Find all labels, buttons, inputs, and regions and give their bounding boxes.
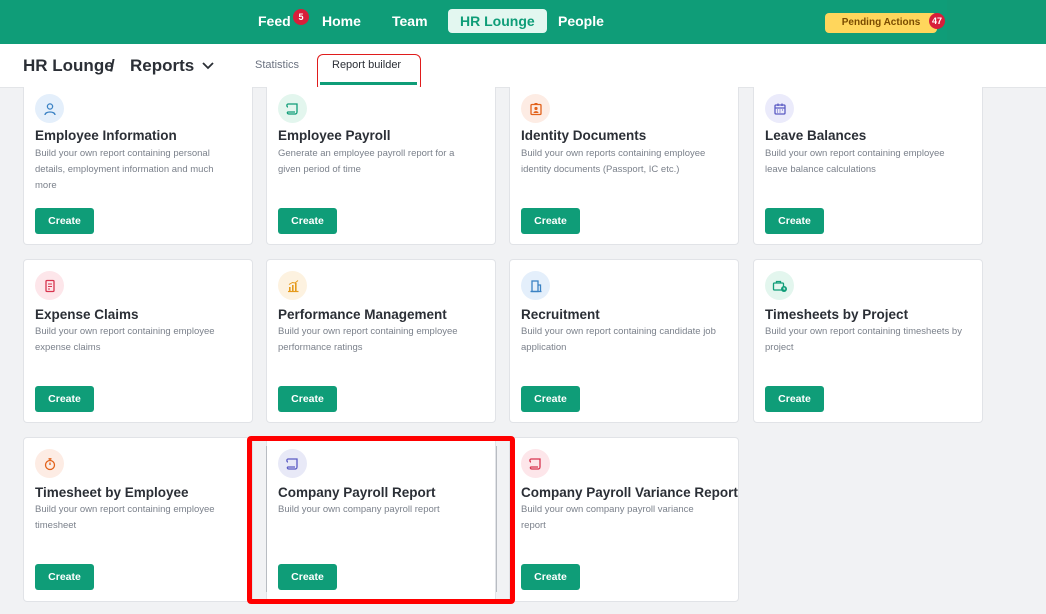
card-description: Build your own company payroll report bbox=[278, 504, 440, 515]
report-card-leave-balances: Leave Balances Build your own report con… bbox=[753, 87, 983, 245]
create-button[interactable]: Create bbox=[35, 564, 94, 590]
create-button[interactable]: Create bbox=[35, 386, 94, 412]
card-title: Expense Claims bbox=[35, 307, 139, 322]
create-button[interactable]: Create bbox=[278, 564, 337, 590]
report-card-identity-documents: Identity Documents Build your own report… bbox=[509, 87, 739, 245]
page-title: Reports bbox=[130, 56, 195, 75]
create-button[interactable]: Create bbox=[521, 564, 580, 590]
card-description: Build your own company payroll variance … bbox=[521, 504, 694, 531]
report-card-timesheet-by-employee: Timesheet by Employee Build your own rep… bbox=[23, 437, 253, 602]
report-card-employee-payroll: Employee Payroll Generate an employee pa… bbox=[266, 87, 496, 245]
card-title: Company Payroll Report bbox=[278, 485, 436, 500]
card-description: Generate an employee payroll report for … bbox=[278, 148, 455, 175]
nav-team[interactable]: Team bbox=[380, 9, 440, 33]
report-card-company-payroll-report: Company Payroll Report Build your own co… bbox=[266, 437, 496, 602]
card-description: Build your own report containing employe… bbox=[278, 326, 458, 353]
create-button[interactable]: Create bbox=[765, 386, 824, 412]
card-description: Build your own report containing candida… bbox=[521, 326, 716, 353]
top-nav: Feed 5 Home Team HR Lounge People Pendin… bbox=[0, 0, 1046, 44]
create-button[interactable]: Create bbox=[765, 208, 824, 234]
briefcase-clock-icon bbox=[765, 271, 794, 300]
report-card-performance-management: Performance Management Build your own re… bbox=[266, 259, 496, 423]
card-description: Build your own report containing persona… bbox=[35, 148, 214, 191]
scroll-icon bbox=[278, 94, 307, 123]
card-description: Build your own report containing employe… bbox=[765, 148, 945, 175]
breadcrumb-separator: / bbox=[110, 56, 115, 75]
card-description: Build your own reports containing employ… bbox=[521, 148, 706, 175]
tab-statistics[interactable]: Statistics bbox=[255, 59, 299, 71]
create-button[interactable]: Create bbox=[521, 208, 580, 234]
report-card-company-payroll-variance-report: Company Payroll Variance Report Build yo… bbox=[509, 437, 739, 602]
stopwatch-icon bbox=[35, 449, 64, 478]
card-title: Leave Balances bbox=[765, 128, 867, 143]
id-badge-icon bbox=[521, 94, 550, 123]
card-title: Employee Information bbox=[35, 128, 177, 143]
nav-feed-label: Feed bbox=[258, 13, 291, 29]
page-header: HR Lounge / Reports Statistics Report bu… bbox=[0, 44, 1046, 88]
chevron-down-icon[interactable] bbox=[200, 58, 216, 74]
card-title: Timesheets by Project bbox=[765, 307, 909, 322]
create-button[interactable]: Create bbox=[521, 386, 580, 412]
card-title: Recruitment bbox=[521, 307, 600, 322]
scroll-icon bbox=[278, 449, 307, 478]
nav-hr-lounge[interactable]: HR Lounge bbox=[448, 9, 547, 33]
report-card-recruitment: Recruitment Build your own report contai… bbox=[509, 259, 739, 423]
receipt-icon bbox=[35, 271, 64, 300]
card-title: Employee Payroll bbox=[278, 128, 391, 143]
card-description: Build your own report containing employe… bbox=[35, 504, 215, 531]
report-card-employee-information: Employee Information Build your own repo… bbox=[23, 87, 253, 245]
nav-home[interactable]: Home bbox=[310, 9, 373, 33]
card-title: Company Payroll Variance Report bbox=[521, 485, 738, 500]
avatar[interactable] bbox=[947, 0, 1046, 40]
report-card-timesheets-by-project: Timesheets by Project Build your own rep… bbox=[753, 259, 983, 423]
card-title: Timesheet by Employee bbox=[35, 485, 189, 500]
breadcrumb-root[interactable]: HR Lounge bbox=[23, 56, 114, 76]
pending-actions-badge: 47 bbox=[929, 13, 945, 29]
scroll-icon bbox=[521, 449, 550, 478]
building-icon bbox=[521, 271, 550, 300]
bar-chart-icon bbox=[278, 271, 307, 300]
create-button[interactable]: Create bbox=[278, 208, 337, 234]
calendar-icon bbox=[765, 94, 794, 123]
nav-people[interactable]: People bbox=[546, 9, 616, 33]
card-edge-line bbox=[266, 446, 267, 592]
pending-actions-button[interactable]: Pending Actions bbox=[825, 13, 937, 33]
report-card-expense-claims: Expense Claims Build your own report con… bbox=[23, 259, 253, 423]
create-button[interactable]: Create bbox=[278, 386, 337, 412]
user-icon bbox=[35, 94, 64, 123]
card-title: Performance Management bbox=[278, 307, 447, 322]
card-description: Build your own report containing employe… bbox=[35, 326, 215, 353]
card-title: Identity Documents bbox=[521, 128, 647, 143]
card-description: Build your own report containing timeshe… bbox=[765, 326, 962, 353]
feed-badge: 5 bbox=[293, 9, 309, 25]
create-button[interactable]: Create bbox=[35, 208, 94, 234]
card-edge-line bbox=[496, 446, 497, 592]
